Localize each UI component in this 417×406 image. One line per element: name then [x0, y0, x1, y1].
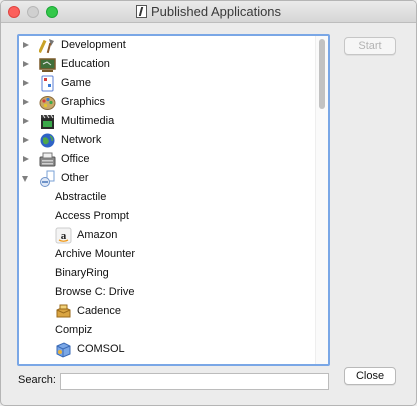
tree-scrollbar[interactable] [315, 36, 328, 364]
disclosure-right-icon[interactable] [23, 61, 29, 67]
disclosure-right-icon[interactable] [23, 137, 29, 143]
disclosure-right-icon[interactable] [23, 42, 29, 48]
svg-text:a: a [61, 230, 67, 242]
multimedia-icon [39, 113, 56, 130]
tree-app-label: Browse C: Drive [55, 286, 135, 298]
tree-scrollbar-thumb[interactable] [319, 39, 325, 109]
disclosure-right-icon[interactable] [23, 118, 29, 124]
tree-category-label: Other [61, 172, 89, 184]
tree-app-label: COMSOL [77, 343, 125, 355]
comsol-icon [55, 341, 72, 358]
disclosure-right-icon[interactable] [23, 156, 29, 162]
cadence-icon [55, 303, 72, 320]
disclosure-down-icon[interactable] [22, 176, 28, 182]
tree-category-label: Office [61, 153, 90, 165]
tree-app-label: Compiz [55, 324, 93, 336]
disclosure-right-icon[interactable] [23, 99, 29, 105]
other-icon [39, 170, 56, 187]
amazon-icon: a [55, 227, 72, 244]
window-title: Published Applications [150, 4, 282, 19]
disclosure-right-icon[interactable] [23, 80, 29, 86]
tree-app-label: Archive Mounter [55, 248, 136, 260]
tree-category-label: Graphics [61, 96, 106, 108]
tree-category-label: Network [61, 134, 102, 146]
tree-app-label: Cadence [77, 305, 122, 317]
office-icon [39, 151, 56, 168]
tree-app-label: Access Prompt [55, 210, 129, 222]
start-button[interactable]: Start [344, 37, 396, 55]
window-title-wrap: Published Applications [1, 4, 416, 19]
development-icon [38, 37, 56, 54]
tree-app-label: Amazon [77, 229, 118, 241]
search-input[interactable] [60, 373, 329, 390]
tree-category-label: Development [61, 39, 126, 51]
tree-app-label: Abstractile [55, 191, 107, 203]
game-icon [39, 75, 56, 92]
title-bar[interactable]: Published Applications [1, 1, 416, 23]
tree-category-label: Game [61, 77, 91, 89]
education-icon [39, 56, 56, 73]
application-tree[interactable]: Development Education Game Graphics Mult… [17, 34, 330, 366]
close-button[interactable]: Close [344, 367, 396, 385]
search-label: Search: [18, 374, 56, 386]
network-icon [39, 132, 56, 149]
published-applications-window: Published Applications Development Educa… [0, 0, 417, 406]
tree-category-label: Education [61, 58, 110, 70]
tree-app-label: BinaryRing [55, 267, 109, 279]
graphics-icon [39, 94, 56, 111]
tree-category-label: Multimedia [61, 115, 115, 127]
app-icon [135, 5, 147, 18]
